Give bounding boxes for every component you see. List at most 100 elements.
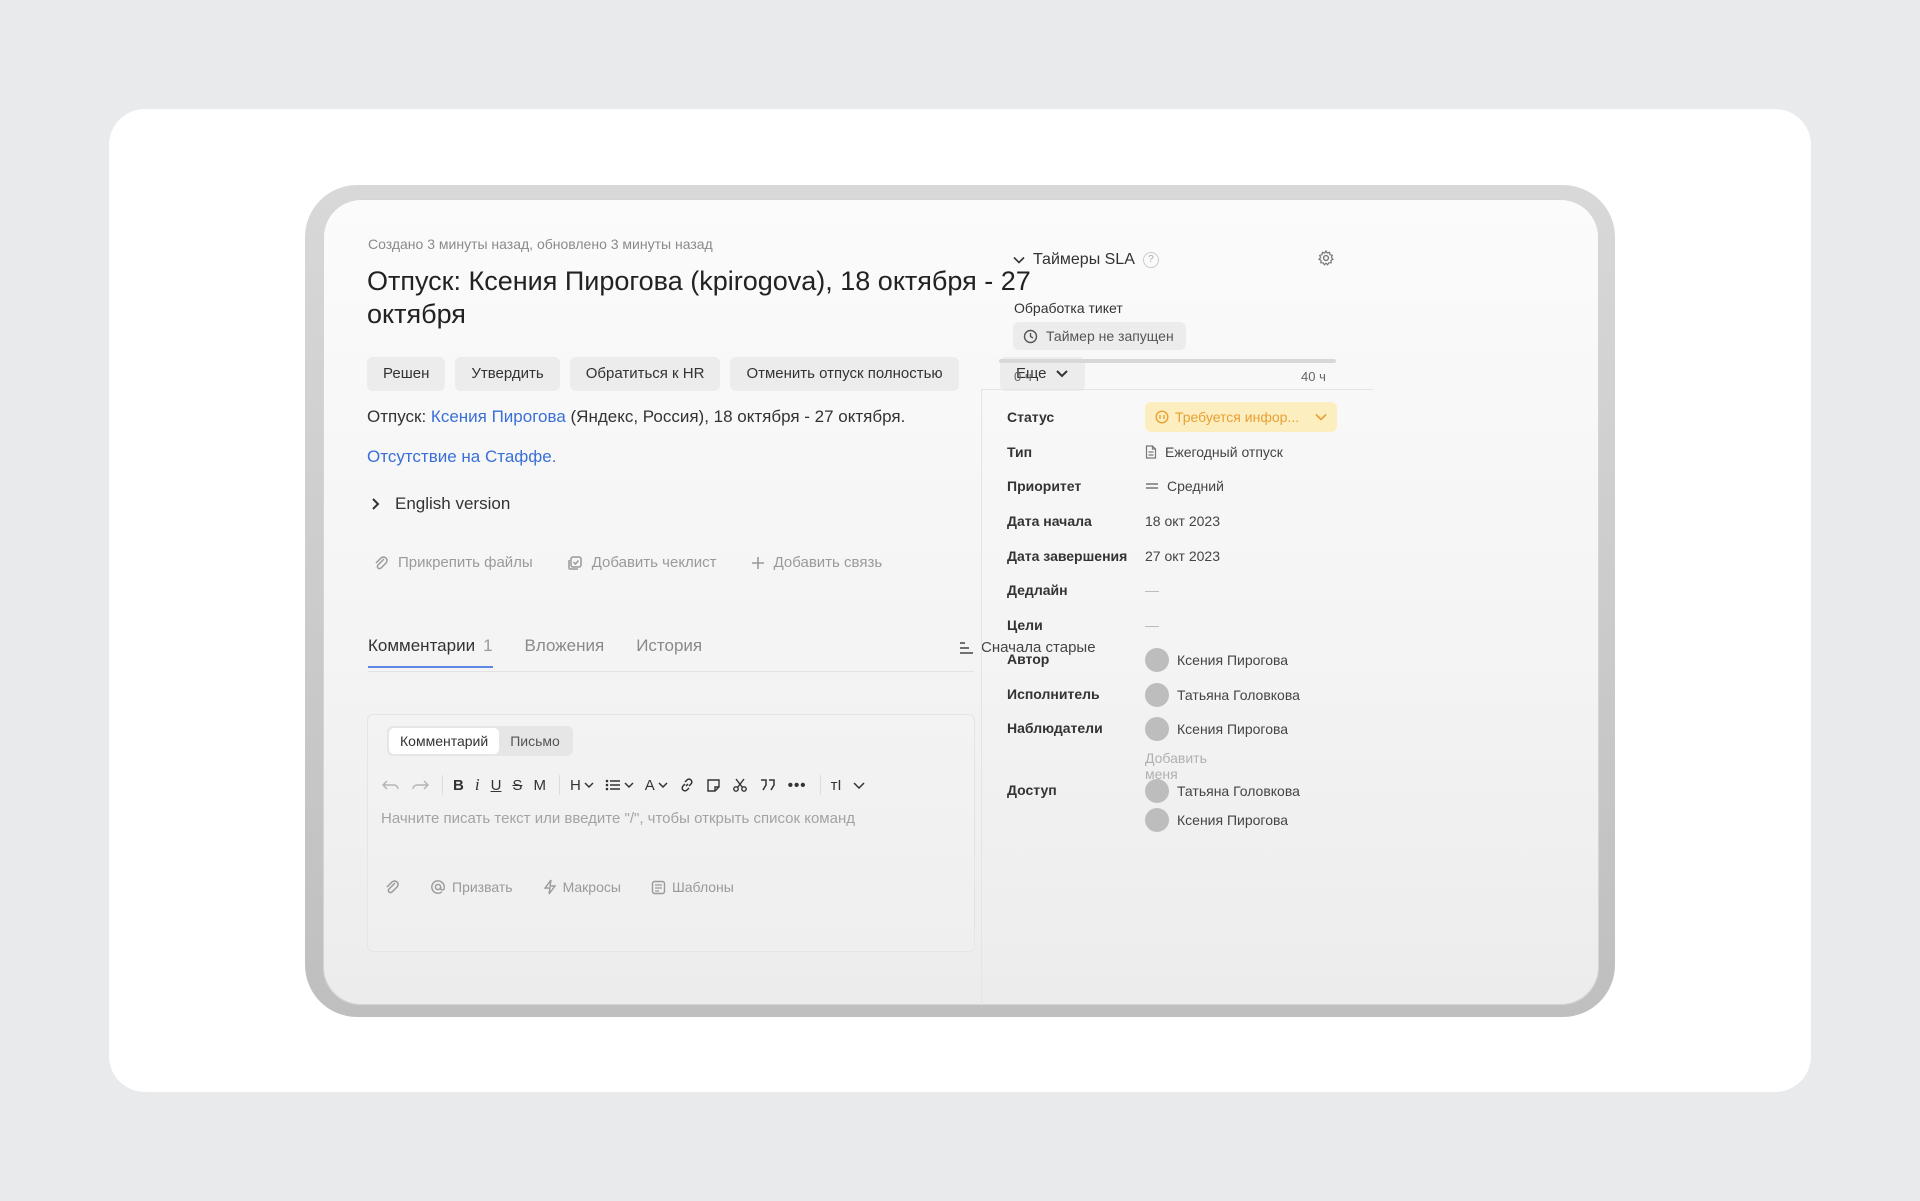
help-icon[interactable]: ? bbox=[1142, 252, 1159, 268]
watcher-value[interactable]: Ксения Пирогова bbox=[1145, 717, 1288, 741]
sla-header-label: Таймеры SLA bbox=[1033, 251, 1135, 268]
more-formatting-button[interactable]: ••• bbox=[788, 771, 807, 799]
english-version-label: English version bbox=[395, 494, 511, 513]
link-icon[interactable] bbox=[679, 771, 695, 799]
property-label: Статус bbox=[1007, 409, 1055, 425]
sla-range-end: 40 ч bbox=[1301, 369, 1326, 384]
underline-button[interactable]: U bbox=[491, 771, 502, 799]
type-value[interactable]: Ежегодный отпуск bbox=[1145, 444, 1283, 460]
clock-icon bbox=[1023, 329, 1038, 343]
list-dropdown[interactable] bbox=[605, 771, 634, 799]
tab-history[interactable]: История bbox=[636, 636, 702, 668]
sort-icon bbox=[960, 641, 973, 654]
bold-button[interactable]: B bbox=[453, 771, 464, 799]
heading-dropdown[interactable]: H bbox=[570, 771, 594, 799]
sla-range-start: 0 ч bbox=[1014, 369, 1032, 384]
monospace-button[interactable]: M bbox=[533, 771, 546, 799]
add-me-link[interactable]: Добавить меня bbox=[1145, 750, 1207, 782]
staff-absence-link[interactable]: Отсутствие на Стаффе. bbox=[367, 447, 556, 467]
sidebar-divider bbox=[981, 389, 982, 1005]
person-link[interactable]: Ксения Пирогова bbox=[431, 407, 566, 426]
sla-timers-header[interactable]: Таймеры SLA ? bbox=[1013, 251, 1159, 269]
lightning-icon bbox=[543, 879, 556, 895]
issue-title: Отпуск: Ксения Пирогова (kpirogova), 18 … bbox=[367, 266, 1031, 329]
attach-comment-file-button[interactable] bbox=[384, 879, 400, 895]
action-buttons: Решен Утвердить Обратиться к HR Отменить… bbox=[367, 357, 959, 391]
toolbar-separator bbox=[442, 775, 443, 795]
add-checklist-button[interactable]: Добавить чеклист bbox=[567, 554, 717, 571]
quote-icon[interactable] bbox=[759, 771, 777, 799]
templates-button[interactable]: Шаблоны bbox=[651, 879, 734, 895]
assignee-name: Татьяна Головкова bbox=[1177, 687, 1300, 703]
property-label: Автор bbox=[1007, 651, 1050, 667]
issue-description: Отпуск: Ксения Пирогова (Яндекс, Россия)… bbox=[367, 407, 905, 427]
tab-attachments[interactable]: Вложения bbox=[525, 636, 605, 668]
template-icon bbox=[651, 880, 666, 894]
mode-comment[interactable]: Комментарий bbox=[389, 728, 500, 754]
text-size-button[interactable]: тI bbox=[831, 771, 842, 799]
italic-button[interactable]: i bbox=[475, 771, 480, 799]
comment-editor: Комментарий Письмо B i U S M H A ••• тI … bbox=[367, 714, 975, 952]
attach-actions: Прикрепить файлы Добавить чеклист Добави… bbox=[373, 554, 882, 571]
gear-icon[interactable] bbox=[1318, 249, 1334, 271]
chevron-down-icon bbox=[624, 782, 634, 789]
toolbar-separator bbox=[558, 775, 560, 795]
templates-label: Шаблоны bbox=[671, 879, 734, 895]
chevron-down-icon bbox=[853, 782, 865, 789]
add-relation-button[interactable]: Добавить связь bbox=[751, 554, 882, 571]
chevron-down-icon bbox=[1315, 413, 1327, 421]
editor-toolbar: B i U S M H A ••• тI bbox=[382, 771, 962, 799]
property-label: Доступ bbox=[1007, 782, 1057, 798]
undo-icon[interactable] bbox=[382, 771, 400, 799]
cut-icon[interactable] bbox=[732, 771, 748, 799]
sla-subheader: Обработка тикет bbox=[1014, 300, 1123, 316]
comment-input[interactable]: Начните писать текст или введите "/", чт… bbox=[381, 810, 855, 827]
chevron-down-icon bbox=[1055, 370, 1068, 378]
property-label: Дата начала bbox=[1007, 513, 1092, 529]
avatar bbox=[1145, 779, 1169, 803]
summon-label: Призвать bbox=[452, 879, 513, 895]
macros-button[interactable]: Макросы bbox=[543, 879, 621, 895]
access-value[interactable]: Ксения Пирогова bbox=[1145, 808, 1288, 832]
issue-meta: Создано 3 минуты назад, обновлено 3 мину… bbox=[368, 236, 713, 252]
access-value[interactable]: Татьяна Головкова bbox=[1145, 779, 1300, 803]
note-icon[interactable] bbox=[706, 771, 721, 799]
mode-letter[interactable]: Письмо bbox=[499, 728, 571, 754]
status-pending-icon bbox=[1155, 410, 1169, 424]
at-icon bbox=[431, 880, 445, 894]
paperclip-icon bbox=[375, 555, 388, 569]
approve-button[interactable]: Утвердить bbox=[455, 357, 560, 391]
tabs-divider bbox=[368, 671, 974, 672]
resolved-button[interactable]: Решен bbox=[367, 357, 446, 391]
description-suffix: (Яндекс, Россия), 18 октября - 27 октябр… bbox=[565, 407, 906, 426]
text-color-dropdown[interactable]: A bbox=[645, 771, 668, 799]
document-icon bbox=[1145, 445, 1157, 459]
cancel-vacation-button[interactable]: Отменить отпуск полностью bbox=[730, 357, 959, 391]
contact-hr-button[interactable]: Обратиться к HR bbox=[569, 357, 721, 391]
end-date-value[interactable]: 27 окт 2023 bbox=[1145, 548, 1220, 564]
summon-button[interactable]: Призвать bbox=[430, 879, 513, 895]
start-date-value[interactable]: 18 окт 2023 bbox=[1145, 513, 1220, 529]
toolbar-expand-chevron[interactable] bbox=[853, 771, 865, 799]
deadline-value[interactable]: — bbox=[1145, 582, 1159, 598]
redo-icon[interactable] bbox=[411, 771, 429, 799]
english-version-toggle[interactable]: English version bbox=[371, 494, 510, 514]
author-value[interactable]: Ксения Пирогова bbox=[1145, 648, 1288, 672]
property-label: Дата завершения bbox=[1007, 548, 1128, 564]
priority-label: Средний bbox=[1167, 478, 1224, 494]
assignee-value[interactable]: Татьяна Головкова bbox=[1145, 683, 1300, 707]
tab-comments[interactable]: Комментарии 1 bbox=[368, 636, 493, 668]
heading-label: H bbox=[569, 776, 581, 794]
device-frame: Создано 3 минуты назад, обновлено 3 мину… bbox=[305, 185, 1615, 1017]
timer-status-label: Таймер не запущен bbox=[1046, 328, 1174, 344]
property-label: Цели bbox=[1007, 617, 1043, 633]
priority-value[interactable]: Средний bbox=[1145, 478, 1224, 494]
plus-icon bbox=[751, 556, 764, 569]
description-prefix: Отпуск: bbox=[367, 407, 431, 426]
status-dropdown[interactable]: Требуется инфор... bbox=[1145, 402, 1338, 432]
attach-files-button[interactable]: Прикрепить файлы bbox=[373, 554, 533, 571]
goals-value[interactable]: — bbox=[1145, 617, 1159, 633]
access-name: Татьяна Головкова bbox=[1177, 783, 1300, 799]
priority-medium-icon bbox=[1146, 483, 1158, 489]
strikethrough-button[interactable]: S bbox=[512, 771, 522, 799]
